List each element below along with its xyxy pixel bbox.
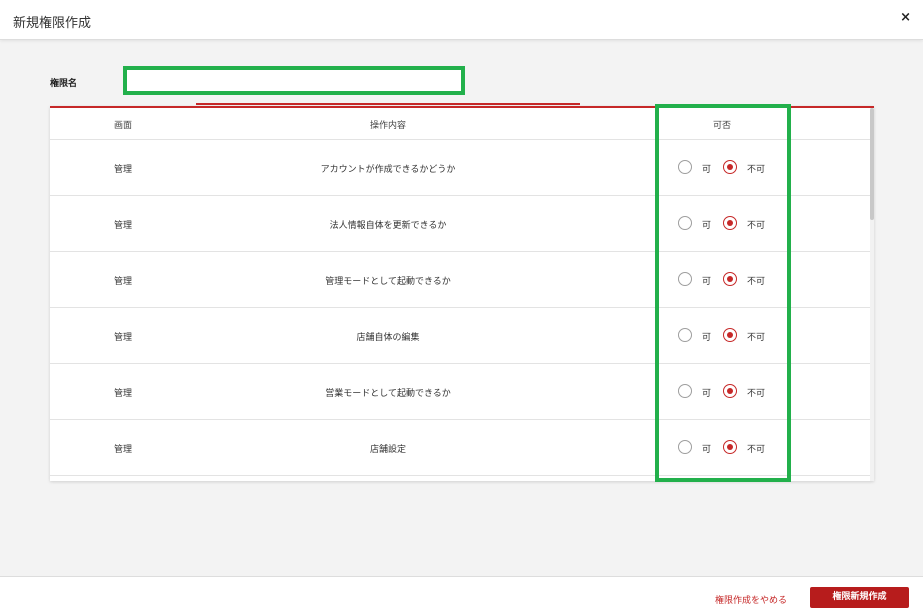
table-row: 管理 アカウントが作成できるかどうか 可 不可 xyxy=(50,140,870,196)
radio-deny[interactable] xyxy=(723,328,737,342)
cell-screen: 管理 xyxy=(113,389,133,399)
radio-allow-label: 可 xyxy=(702,277,712,287)
radio-deny-label: 不可 xyxy=(747,445,766,455)
table-row: 管理 管理モードとして起動できるか 可 不可 xyxy=(50,252,870,308)
radio-deny[interactable] xyxy=(723,160,737,174)
cell-operation: アカウントが作成できるかどうか xyxy=(320,165,456,175)
cell-screen: 管理 xyxy=(113,277,133,287)
cancel-button[interactable]: 権限作成をやめる xyxy=(715,593,787,606)
cell-screen: 管理 xyxy=(113,221,133,231)
column-header-operation: 操作内容 xyxy=(369,121,407,131)
table-header: 画面 操作内容 可否 xyxy=(50,108,870,140)
radio-allow[interactable] xyxy=(678,440,692,454)
table-row: 管理 営業モードとして起動できるか 可 不可 xyxy=(50,364,870,420)
radio-allow[interactable] xyxy=(678,384,692,398)
radio-allow-label: 可 xyxy=(702,221,712,231)
column-header-screen: 画面 xyxy=(113,121,133,131)
radio-deny[interactable] xyxy=(723,440,737,454)
dialog-title: 新規権限作成 xyxy=(13,16,92,31)
radio-allow-label: 可 xyxy=(702,165,712,175)
radio-allow-label: 可 xyxy=(702,333,712,343)
radio-deny-label: 不可 xyxy=(747,277,766,287)
dialog-footer: 権限作成をやめる 権限新規作成 xyxy=(0,576,923,614)
column-header-permission: 可否 xyxy=(712,121,732,131)
permission-name-label: 権限名 xyxy=(50,79,78,89)
radio-allow-label: 可 xyxy=(702,389,712,399)
radio-allow[interactable] xyxy=(678,216,692,230)
create-permission-button[interactable]: 権限新規作成 xyxy=(810,587,909,608)
permissions-table: 画面 操作内容 可否 管理 アカウントが作成できるかどうか 可 不可 管理 法人… xyxy=(50,106,874,481)
table-row: 管理 店舗設定 可 不可 xyxy=(50,420,870,476)
cell-operation: 店舗設定 xyxy=(369,445,407,455)
radio-deny-label: 不可 xyxy=(747,165,766,175)
permission-name-input[interactable] xyxy=(123,66,465,95)
radio-deny-label: 不可 xyxy=(747,221,766,231)
table-row: 管理 法人情報自体を更新できるか 可 不可 xyxy=(50,196,870,252)
table-row: 管理 店舗自体の編集 可 不可 xyxy=(50,308,870,364)
cell-operation: 管理モードとして起動できるか xyxy=(325,277,451,287)
radio-deny-label: 不可 xyxy=(747,389,766,399)
cell-operation: 店舗自体の編集 xyxy=(356,333,420,343)
input-underline xyxy=(196,103,580,105)
radio-deny-label: 不可 xyxy=(747,333,766,343)
radio-allow-label: 可 xyxy=(702,445,712,455)
radio-deny[interactable] xyxy=(723,384,737,398)
scrollbar-thumb[interactable] xyxy=(870,108,874,220)
cell-screen: 管理 xyxy=(113,445,133,455)
radio-allow[interactable] xyxy=(678,272,692,286)
cell-operation: 法人情報自体を更新できるか xyxy=(329,221,447,231)
dialog-header: 新規権限作成 × xyxy=(0,0,923,40)
radio-deny[interactable] xyxy=(723,272,737,286)
cell-screen: 管理 xyxy=(113,333,133,343)
radio-allow[interactable] xyxy=(678,328,692,342)
radio-allow[interactable] xyxy=(678,160,692,174)
close-icon[interactable]: × xyxy=(900,10,911,25)
radio-deny[interactable] xyxy=(723,216,737,230)
cell-screen: 管理 xyxy=(113,165,133,175)
cell-operation: 営業モードとして起動できるか xyxy=(325,389,451,399)
